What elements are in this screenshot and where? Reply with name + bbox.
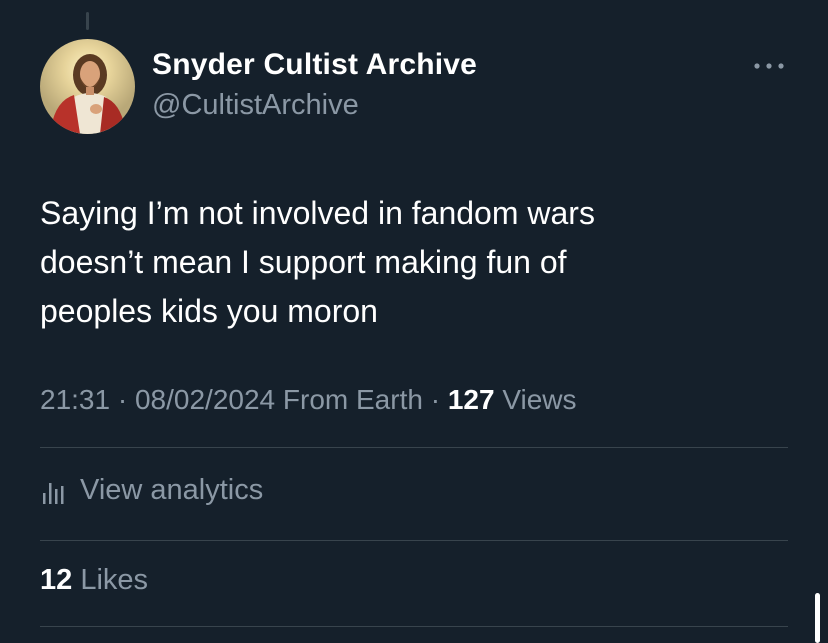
tweet-text: Saying I’m not involved in fandom wars d…	[40, 195, 595, 329]
views-count: 127	[447, 384, 495, 415]
likes-count-link[interactable]: 12 Likes	[40, 564, 148, 597]
religious-portrait-avatar-icon	[40, 39, 135, 134]
bar-chart-icon	[43, 483, 64, 504]
more-options-icon[interactable]	[752, 58, 786, 74]
tweet-source-location: From Earth	[282, 384, 423, 415]
view-analytics-label: View analytics	[80, 473, 264, 506]
avatar[interactable]	[40, 39, 135, 134]
divider	[40, 626, 788, 627]
tweet-meta: 21:31 · 08/02/2024 From Earth · 127 View…	[40, 384, 577, 416]
author-display-name[interactable]: Snyder Cultist Archive	[152, 48, 477, 82]
meta-separator: ·	[110, 384, 135, 415]
likes-label: Likes	[80, 564, 149, 596]
views-label: Views	[502, 384, 577, 415]
meta-separator: ·	[422, 384, 448, 415]
author-handle[interactable]: @CultistArchive	[152, 89, 359, 122]
thread-connector-line	[86, 12, 89, 30]
divider	[40, 447, 788, 448]
tweet-time[interactable]: 21:31	[40, 384, 110, 415]
divider	[40, 540, 788, 541]
view-analytics-button[interactable]: View analytics	[40, 470, 263, 510]
likes-count: 12	[40, 564, 73, 596]
tweet-date[interactable]: 08/02/2024	[135, 384, 275, 415]
